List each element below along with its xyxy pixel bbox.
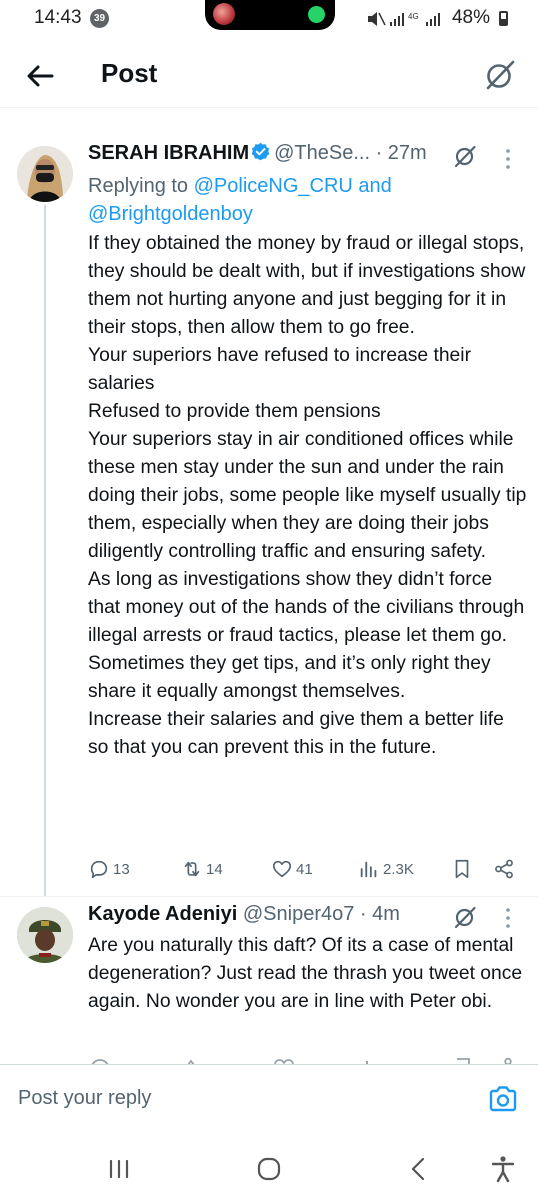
reply-input[interactable]: Post your reply xyxy=(18,1087,151,1110)
accessibility-icon[interactable] xyxy=(488,1154,518,1184)
views-button[interactable]: 2.3K xyxy=(358,854,414,884)
mention-joiner: and xyxy=(358,175,392,197)
camera-icon[interactable] xyxy=(488,1085,518,1113)
mention-link[interactable]: @PoliceNG_CRU xyxy=(194,175,353,197)
home-icon[interactable] xyxy=(254,1154,284,1184)
view-count: 2.3K xyxy=(383,860,414,878)
tweet-actions: 13 14 41 2.3K xyxy=(88,854,520,884)
repost-count: 14 xyxy=(206,860,223,878)
replying-to-label: Replying to xyxy=(88,175,189,197)
avatar-serah[interactable] xyxy=(17,146,73,202)
camera-cutout xyxy=(205,0,335,30)
battery-percent: 48% xyxy=(451,7,490,28)
more-options-icon[interactable] xyxy=(498,147,518,171)
author-handle[interactable]: @Sniper4o7 xyxy=(243,903,354,925)
share-icon[interactable] xyxy=(493,858,515,880)
battery-icon xyxy=(499,11,508,26)
repost-button[interactable]: 14 xyxy=(181,854,223,884)
whatsapp-icon xyxy=(308,6,325,23)
network-label: 4G xyxy=(408,12,419,21)
top-bar: Post xyxy=(0,44,538,108)
heart-icon xyxy=(272,860,292,878)
author-name[interactable]: SERAH IBRAHIM xyxy=(88,142,249,164)
reply-button[interactable]: 13 xyxy=(88,854,130,884)
notification-count-badge: 39 xyxy=(90,9,109,28)
grok-icon[interactable] xyxy=(452,143,478,169)
author-name[interactable]: Kayode Adeniyi xyxy=(88,903,237,925)
bookmark-icon[interactable] xyxy=(451,858,473,880)
signal-icons: 4G xyxy=(368,12,440,26)
reply-header: Kayode Adeniyi @Sniper4o7 · 4m xyxy=(88,903,400,931)
author-handle[interactable]: @TheSe... xyxy=(274,142,370,164)
grok-icon[interactable] xyxy=(452,904,478,930)
reply-text: Are you naturally this daft? Of its a ca… xyxy=(88,935,528,1012)
mention-link[interactable]: @Brightgoldenboy xyxy=(88,203,253,225)
system-navigation-bar xyxy=(0,1136,538,1200)
reply-icon xyxy=(90,860,108,879)
tweet-text: If they obtained the money by fraud or i… xyxy=(88,233,527,758)
repost-icon xyxy=(184,861,200,877)
post-time: · 27m xyxy=(375,142,427,164)
status-bar: 14:43 39 4G 48% xyxy=(0,0,538,36)
verified-badge-icon xyxy=(251,142,270,161)
chat-head-avatar xyxy=(213,3,235,25)
replying-to: Replying to @PoliceNG_CRU and @Brightgol… xyxy=(88,172,488,228)
recent-apps-icon[interactable] xyxy=(104,1154,134,1184)
reply-count: 13 xyxy=(113,860,130,878)
back-arrow-icon[interactable] xyxy=(22,58,58,94)
more-options-icon[interactable] xyxy=(498,906,518,930)
views-icon xyxy=(360,861,377,878)
like-count: 41 xyxy=(296,860,313,878)
thread-line xyxy=(44,205,46,897)
like-button[interactable]: 41 xyxy=(271,854,313,884)
post-time: · 4m xyxy=(359,903,400,925)
back-icon[interactable] xyxy=(404,1154,434,1184)
avatar-kayode[interactable] xyxy=(17,907,73,963)
tweet-header: SERAH IBRAHIM @TheSe... · 27m xyxy=(88,142,427,172)
divider xyxy=(0,896,538,897)
page-title: Post xyxy=(101,58,158,88)
reply-composer: Post your reply xyxy=(0,1064,538,1136)
grok-icon[interactable] xyxy=(482,57,518,93)
status-time: 14:43 xyxy=(34,7,82,28)
